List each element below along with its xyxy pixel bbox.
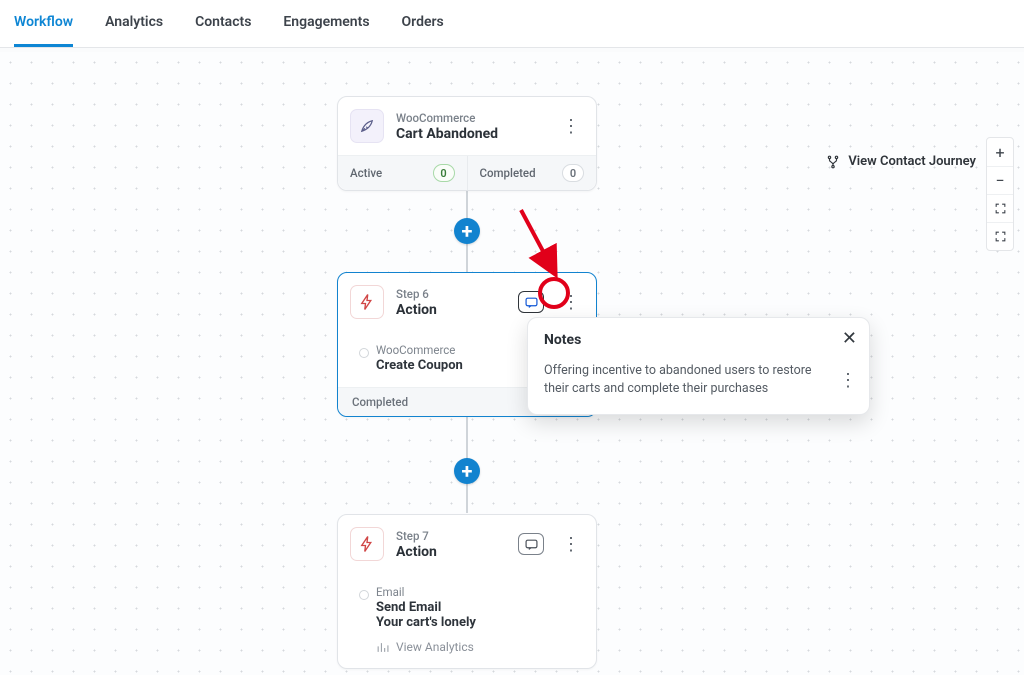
zoom-out-button[interactable]: − — [987, 166, 1013, 194]
add-step-button[interactable]: + — [454, 458, 480, 484]
workflow-canvas[interactable]: View Contact Journey + − + + WooCommerce… — [0, 52, 1024, 675]
fit-icon — [994, 230, 1007, 243]
tab-analytics[interactable]: Analytics — [105, 14, 163, 47]
add-step-button[interactable]: + — [454, 218, 480, 244]
tab-contacts[interactable]: Contacts — [195, 14, 251, 47]
note-icon — [525, 539, 538, 550]
step7-subject: Your cart's lonely — [376, 615, 582, 630]
step7-provider: Email — [376, 585, 582, 599]
tab-orders[interactable]: Orders — [402, 14, 444, 47]
step7-title: Action — [396, 544, 506, 560]
tab-bar: Workflow Analytics Contacts Engagements … — [0, 0, 1024, 48]
notes-menu-button[interactable]: ⋮ — [839, 370, 857, 391]
trigger-stats: Active 0 Completed 0 — [338, 155, 596, 190]
step7-action-name: Send Email — [376, 600, 582, 615]
completed-label: Completed — [480, 166, 536, 180]
trigger-menu-button[interactable]: ⋮ — [560, 115, 582, 137]
view-analytics-link[interactable]: View Analytics — [376, 640, 582, 654]
step7-card[interactable]: Step 7 Action ⋮ Email Send Email Your ca… — [337, 514, 597, 669]
annotation-circle — [538, 277, 570, 309]
notes-close-button[interactable]: ✕ — [842, 328, 857, 349]
tab-engagements[interactable]: Engagements — [283, 14, 369, 47]
lightning-icon — [350, 285, 384, 319]
trigger-card[interactable]: WooCommerce Cart Abandoned ⋮ Active 0 Co… — [337, 96, 597, 191]
step6-title: Action — [396, 302, 506, 318]
fullscreen-icon — [994, 202, 1007, 215]
active-label: Active — [350, 166, 382, 180]
step7-step-label: Step 7 — [396, 529, 506, 543]
step7-notes-button[interactable] — [518, 533, 544, 555]
analytics-icon — [376, 641, 389, 654]
note-icon — [525, 297, 538, 308]
canvas-controls: + − — [986, 137, 1014, 251]
fullscreen-button[interactable] — [987, 194, 1013, 222]
active-count: 0 — [433, 164, 455, 182]
zoom-in-button[interactable]: + — [987, 138, 1013, 166]
notes-text: Offering incentive to abandoned users to… — [544, 362, 853, 398]
branch-icon — [826, 155, 840, 169]
completed-count: 0 — [562, 164, 584, 182]
trigger-title: Cart Abandoned — [396, 126, 548, 142]
fit-view-button[interactable] — [987, 222, 1013, 250]
view-contact-journey-button[interactable]: View Contact Journey — [826, 154, 976, 169]
annotation-arrow-icon — [511, 202, 566, 282]
notes-popover: Notes ✕ Offering incentive to abandoned … — [527, 317, 870, 415]
trigger-provider: WooCommerce — [396, 111, 548, 125]
view-contact-journey-label: View Contact Journey — [848, 154, 976, 169]
tab-workflow[interactable]: Workflow — [14, 14, 73, 47]
step7-menu-button[interactable]: ⋮ — [560, 533, 582, 555]
notes-heading: Notes — [544, 332, 853, 348]
rocket-icon — [350, 109, 384, 143]
lightning-icon — [350, 527, 384, 561]
step6-step-label: Step 6 — [396, 287, 506, 301]
